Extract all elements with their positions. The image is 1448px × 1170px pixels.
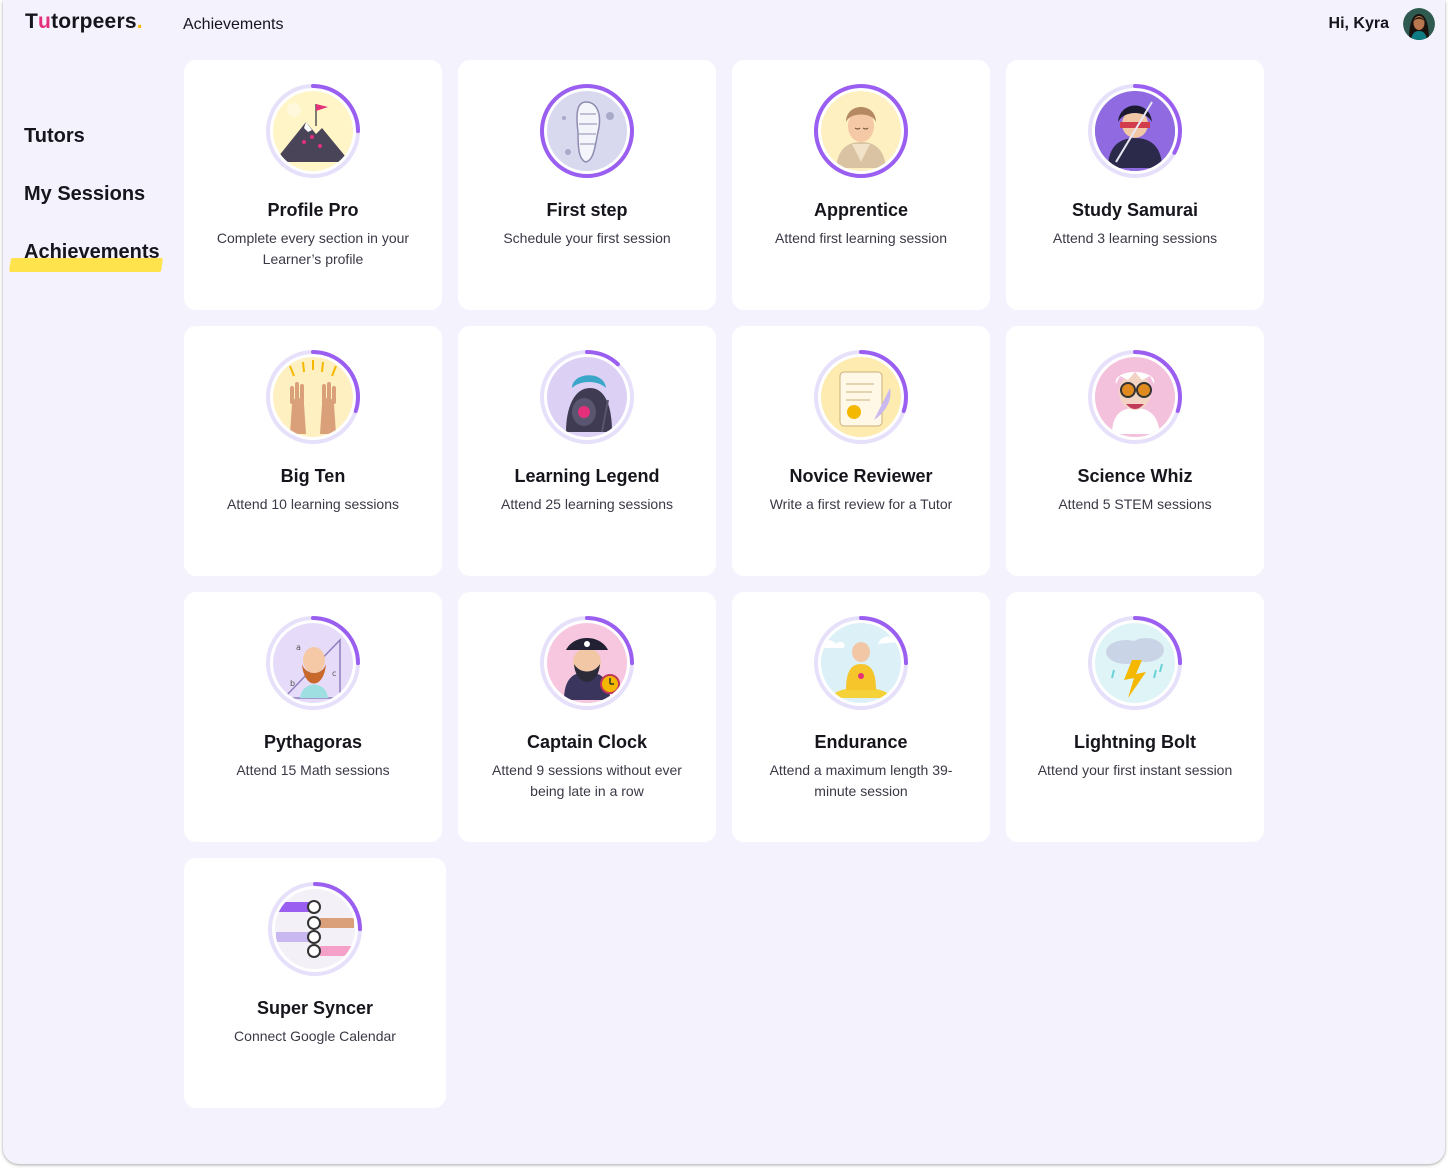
achievement-description: Attend 15 Math sessions bbox=[236, 762, 390, 778]
achievement-title: Study Samurai bbox=[1071, 200, 1199, 220]
pirate-clock-icon bbox=[538, 614, 636, 712]
spartan-helmet-icon bbox=[538, 348, 636, 446]
badge-art bbox=[266, 84, 360, 178]
achievement-description: Schedule your first session bbox=[503, 230, 671, 246]
achievement-card[interactable]: Super Syncer Connect Google Calendar bbox=[184, 858, 446, 1108]
achievement-card[interactable]: First step Schedule your first session bbox=[458, 60, 716, 310]
achievement-title: Profile Pro bbox=[267, 200, 359, 220]
achievement-title: Captain Clock bbox=[526, 732, 648, 752]
raised-hands-icon bbox=[264, 348, 362, 446]
user-avatar-icon[interactable] bbox=[1403, 8, 1435, 40]
achievement-description: Attend 10 learning sessions bbox=[227, 496, 399, 512]
badge-art: a c b bbox=[266, 616, 360, 710]
achievement-description: Write a first review for a Tutor bbox=[769, 496, 953, 512]
achievement-card[interactable]: Captain Clock Attend 9 sessions without e… bbox=[458, 592, 716, 842]
footprint-moon-icon bbox=[538, 82, 636, 180]
logo-dot: . bbox=[136, 10, 143, 33]
achievement-card[interactable]: Novice Reviewer Write a first review for … bbox=[732, 326, 990, 576]
scientist-goggles-icon bbox=[1086, 348, 1184, 446]
synced-watches-icon bbox=[266, 880, 364, 978]
achievement-description: Connect Google Calendar bbox=[234, 1028, 396, 1044]
svg-text:b: b bbox=[290, 679, 295, 688]
badge-art bbox=[814, 84, 908, 178]
achievement-card[interactable]: Endurance Attend a maximum length 39-minu… bbox=[732, 592, 990, 842]
achievement-title: Lightning Bolt bbox=[1074, 732, 1196, 752]
badge-art bbox=[814, 350, 908, 444]
achievement-card[interactable]: Learning Legend Attend 25 learning sessio… bbox=[458, 326, 716, 576]
achievement-description: Attend a maximum length 39-minute sessio… bbox=[769, 762, 953, 799]
badge-art bbox=[268, 882, 362, 976]
top-bar: Tu torpeers. Achievements Hi, Kyra bbox=[3, 0, 1445, 48]
svg-text:a: a bbox=[296, 643, 301, 652]
achievement-description: Attend 3 learning sessions bbox=[1052, 230, 1218, 246]
badge-art bbox=[814, 616, 908, 710]
sidebar-item-my-sessions[interactable]: My Sessions bbox=[24, 158, 173, 216]
achievement-title: Novice Reviewer bbox=[789, 466, 933, 486]
pythagoras-icon: a c b bbox=[264, 614, 362, 712]
achievement-card[interactable]: a c b Pythagoras Attend 15 Math sessions bbox=[184, 592, 442, 842]
achievement-title: Super Syncer bbox=[256, 998, 374, 1018]
app-window: Tu torpeers. Achievements Hi, Kyra Tutors… bbox=[3, 0, 1445, 1164]
achievement-title: Pythagoras bbox=[263, 732, 363, 752]
logo-letter-t: T bbox=[25, 10, 39, 33]
badge-art bbox=[1088, 84, 1182, 178]
sidebar-item-achievements[interactable]: Achievements bbox=[9, 216, 173, 274]
achievement-title: Learning Legend bbox=[514, 466, 660, 486]
achievement-description: Attend first learning session bbox=[775, 230, 947, 246]
achievement-title: Big Ten bbox=[280, 466, 346, 486]
achievement-card[interactable]: Science Whiz Attend 5 STEM sessions bbox=[1006, 326, 1264, 576]
achievement-description: Attend 9 sessions without ever being lat… bbox=[492, 762, 682, 799]
badge-art bbox=[1088, 350, 1182, 444]
sidebar-item-label: Tutors bbox=[24, 125, 85, 147]
achievement-card[interactable]: Big Ten Attend 10 learning sessions bbox=[184, 326, 442, 576]
sidebar-item-tutors[interactable]: Tutors bbox=[24, 100, 173, 158]
achievement-card[interactable]: Apprentice Attend first learning session bbox=[732, 60, 990, 310]
achievement-title: First step bbox=[546, 200, 628, 220]
achievement-card[interactable]: Profile Pro Complete every section in you… bbox=[184, 60, 442, 310]
badge-art bbox=[540, 350, 634, 444]
apprentice-icon bbox=[812, 82, 910, 180]
logo-text: torpeers bbox=[51, 10, 137, 33]
samurai-icon bbox=[1086, 82, 1184, 180]
sidebar-nav: Tutors My Sessions Achievements bbox=[3, 100, 173, 274]
sidebar-item-label: My Sessions bbox=[24, 183, 146, 205]
achievement-description: Attend 5 STEM sessions bbox=[1058, 496, 1212, 512]
mountain-flag-icon bbox=[264, 82, 362, 180]
sidebar-item-label: Achievements bbox=[24, 241, 160, 263]
badge-art bbox=[266, 350, 360, 444]
tutorpeers-logo[interactable]: Tu torpeers. bbox=[25, 10, 143, 34]
badge-art bbox=[540, 84, 634, 178]
achievement-title: Apprentice bbox=[813, 200, 909, 220]
logo-letter-u: u bbox=[38, 10, 52, 33]
page-title: Achievements bbox=[183, 16, 284, 33]
meditating-monk-icon bbox=[812, 614, 910, 712]
achievement-card[interactable]: Lightning Bolt Attend your first instant … bbox=[1006, 592, 1264, 842]
scroll-quill-icon bbox=[812, 348, 910, 446]
achievement-description: Complete every section in your Learner’s… bbox=[216, 230, 410, 267]
user-greeting: Hi, Kyra bbox=[1328, 15, 1389, 32]
achievement-card[interactable]: Study Samurai Attend 3 learning sessions bbox=[1006, 60, 1264, 310]
achievement-description: Attend 25 learning sessions bbox=[501, 496, 673, 512]
badge-art bbox=[1088, 616, 1182, 710]
badge-art bbox=[540, 616, 634, 710]
achievement-title: Science Whiz bbox=[1077, 466, 1193, 486]
achievement-description: Attend your first instant session bbox=[1037, 762, 1233, 778]
svg-text:c: c bbox=[332, 669, 336, 678]
achievement-title: Endurance bbox=[814, 732, 908, 752]
lightning-cloud-icon bbox=[1086, 614, 1184, 712]
